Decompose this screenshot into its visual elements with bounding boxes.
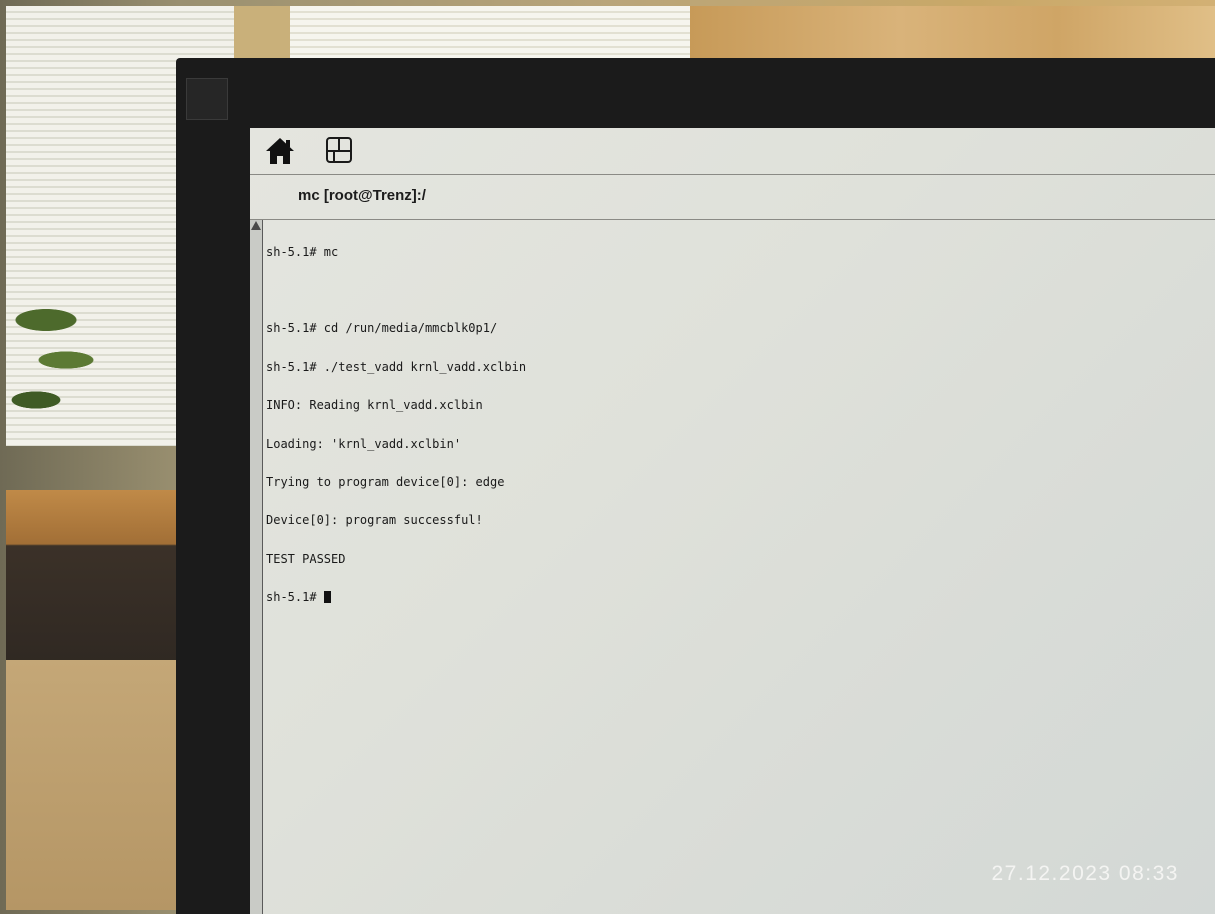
terminal-line: sh-5.1# cd /run/media/mmcblk0p1/ bbox=[266, 321, 498, 336]
scroll-up-arrow-icon[interactable] bbox=[251, 221, 261, 230]
photo-timestamp: 27.12.2023 08:33 bbox=[991, 862, 1179, 885]
window-switch-button[interactable] bbox=[324, 135, 354, 165]
terminal-prompt-line: sh-5.1# bbox=[266, 591, 1206, 604]
toolbar bbox=[250, 128, 1215, 175]
terminal-line: INFO: Reading krnl_vadd.xclbin bbox=[266, 398, 483, 413]
terminal-line: Loading: 'krnl_vadd.xclbin' bbox=[266, 436, 462, 451]
terminal-line: Device[0]: program successful! bbox=[266, 513, 483, 528]
terminal-output[interactable]: sh-5.1# mc sh-5.1# cd /run/media/mmcblk0… bbox=[266, 220, 1206, 910]
window-title-bar: mc [root@Trenz]:/ bbox=[250, 175, 1215, 220]
terminal-prompt: sh-5.1# bbox=[266, 590, 324, 605]
window-title: mc [root@Trenz]:/ bbox=[298, 187, 426, 204]
terminal-line: Trying to program device[0]: edge bbox=[266, 474, 505, 489]
plant bbox=[6, 290, 116, 450]
window-switch-icon bbox=[326, 137, 352, 163]
terminal-cursor bbox=[323, 591, 331, 604]
shelf bbox=[6, 490, 186, 670]
monitor-logo bbox=[186, 78, 228, 120]
screen: mc [root@Trenz]:/ sh-5.1# mc sh-5.1# cd … bbox=[250, 128, 1215, 914]
desk bbox=[6, 660, 196, 910]
terminal-scrollbar[interactable] bbox=[250, 220, 263, 914]
home-button[interactable] bbox=[264, 136, 296, 166]
terminal-line: TEST PASSED bbox=[266, 551, 346, 566]
terminal-line: sh-5.1# mc bbox=[266, 244, 339, 259]
terminal-line: sh-5.1# ./test_vadd krnl_vadd.xclbin bbox=[266, 359, 527, 374]
home-icon bbox=[266, 138, 294, 164]
